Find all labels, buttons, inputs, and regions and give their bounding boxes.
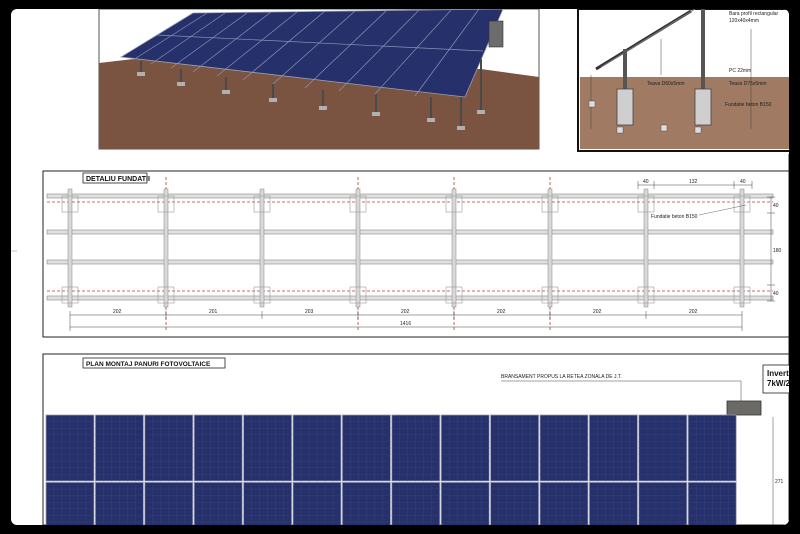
pv-module (341, 481, 391, 525)
right-dim-mid: 180 (773, 248, 782, 254)
pv-module (45, 414, 95, 482)
inverter-label-line1: Invert (767, 369, 789, 378)
pv-module (193, 481, 243, 525)
span-dim-7: 202 (689, 309, 698, 315)
section-label-2: 120x40x4mm (729, 18, 759, 24)
technical-drawing: Bara profil rectangular 120x40x4mm PC 22… (11, 9, 789, 525)
section-front-footing (616, 88, 634, 126)
section-label-5: Teava D75x5mm (729, 81, 767, 87)
pv-module (45, 481, 95, 525)
section-soil (580, 77, 789, 149)
pv-module (144, 414, 194, 482)
pv-module (243, 481, 293, 525)
pv-module (490, 481, 540, 525)
foundation-title: DETALIU FUNDATII (86, 176, 150, 183)
pv-module (292, 414, 342, 482)
span-dim-2: 201 (209, 309, 218, 315)
pv-module (638, 414, 688, 482)
render-3d-view (98, 9, 540, 150)
panel-plan-title: PLAN MONTAJ PANURI FOTOVOLTAICE (86, 361, 211, 368)
section-detail-view: Bara profil rectangular 120x40x4mm PC 22… (577, 9, 789, 152)
pv-module (687, 414, 737, 482)
total-dim: 1416 (400, 321, 411, 327)
right-dim-bottom: 40 (773, 291, 779, 297)
pv-module (243, 414, 293, 482)
inverter-label-line2: 7kW/2 (767, 379, 789, 388)
foundation-callout: Fundatie beton B150 (651, 214, 698, 220)
pv-module (341, 414, 391, 482)
pv-module (539, 481, 589, 525)
span-dim-6: 202 (593, 309, 602, 315)
span-dim-3: 203 (305, 309, 314, 315)
pv-module (144, 481, 194, 525)
right-dim-top: 40 (773, 203, 779, 209)
section-rear-post (701, 9, 705, 89)
pv-module (687, 481, 737, 525)
top-dim-left: 40 (643, 179, 649, 185)
section-label-1: Bara profil rectangular (729, 11, 779, 17)
pv-module (589, 481, 638, 525)
pv-module (193, 414, 243, 482)
pv-module (391, 481, 441, 525)
pv-module (391, 414, 441, 482)
top-dim-span: 132 (689, 179, 698, 185)
drawing-sheet: Bara profil rectangular 120x40x4mm PC 22… (11, 9, 789, 525)
section-front-post (623, 49, 627, 89)
pv-module (95, 481, 144, 525)
pv-module (638, 481, 688, 525)
foundation-detail-section: DETALIU FUNDATII 40 132 40 Fundatie beto… (42, 170, 789, 338)
panel-height-dim: 271 (775, 479, 784, 485)
pv-module (95, 414, 144, 482)
inverter-unit (726, 400, 762, 416)
pv-module (440, 481, 490, 525)
pv-module (539, 414, 589, 482)
pv-module (292, 481, 342, 525)
section-label-3: PC 22mm (729, 68, 751, 74)
top-dim-right: 40 (740, 179, 746, 185)
span-dim-5: 202 (497, 309, 506, 315)
section-label-6: Fundatie beton B150 (725, 102, 772, 108)
pv-module (490, 414, 540, 482)
pv-module (440, 414, 490, 482)
section-label-4: Teava D60x5mm (647, 81, 685, 87)
section-rear-footing (694, 88, 712, 126)
span-dim-1: 202 (113, 309, 122, 315)
inverter-box-3d (488, 20, 504, 48)
pv-module (589, 414, 638, 482)
panel-layout-plan: PLAN MONTAJ PANURI FOTOVOLTAICE BRANSAME… (42, 353, 789, 525)
span-dim-4: 202 (401, 309, 410, 315)
connection-note: BRANSAMENT PROPUS LA RETEA ZONALA DE J.T… (501, 374, 622, 380)
